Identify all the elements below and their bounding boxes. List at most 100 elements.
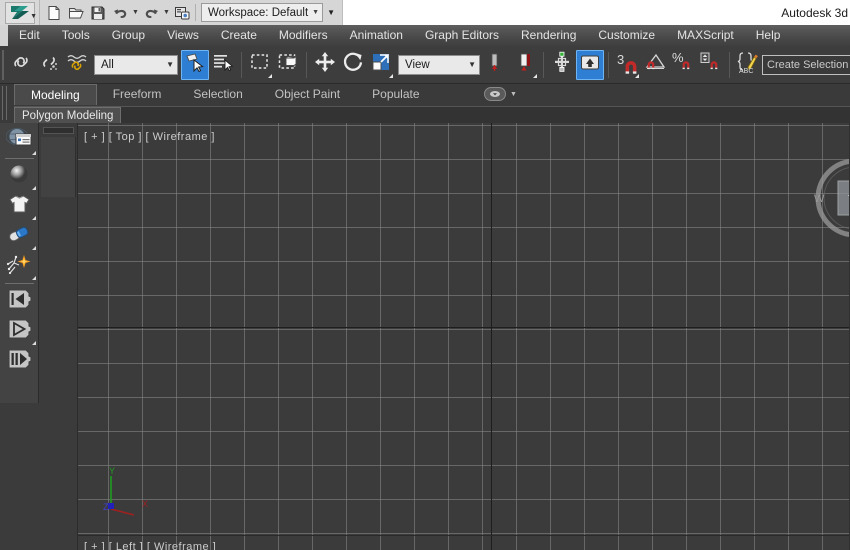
tripod-label-y: Y (109, 466, 116, 476)
percent-snap-toggle-button[interactable]: % (669, 50, 697, 80)
chevron-down-icon[interactable]: ▼ (510, 91, 517, 98)
menu-item-views[interactable]: Views (156, 25, 210, 46)
view-cube[interactable]: TO W (808, 151, 850, 246)
scene-explorer-button[interactable] (2, 126, 37, 156)
select-and-manipulate-button[interactable] (548, 50, 576, 80)
snaps-toggle-button[interactable]: 3 (613, 50, 641, 80)
menu-item-customize[interactable]: Customize (587, 25, 666, 46)
application-menu-button[interactable]: ▼ (0, 0, 40, 25)
project-folder-icon[interactable] (171, 2, 193, 24)
capsule-light-icon (6, 223, 32, 250)
menu-item-maxscript[interactable]: MAXScript (666, 25, 745, 46)
select-and-link-button[interactable] (7, 50, 35, 80)
spinner-snap-toggle-button[interactable] (697, 50, 725, 80)
chevron-down-icon: ▼ (166, 60, 174, 69)
use-selection-center-button[interactable] (511, 50, 539, 80)
left-toolbar-separator (4, 283, 34, 284)
left-vertical-toolbar (0, 123, 39, 403)
edit-named-selection-sets-button[interactable]: ABC (734, 50, 762, 80)
cloth-garment-maker-button[interactable] (2, 191, 37, 221)
ribbon-panel-title[interactable]: Polygon Modeling (14, 107, 122, 124)
ribbon-tab-modeling[interactable]: Modeling (14, 84, 97, 105)
viewport-axis-vertical (491, 123, 492, 550)
menu-item-group[interactable]: Group (101, 25, 156, 46)
selection-filter-combo[interactable]: All ▼ (94, 54, 178, 75)
menu-item-create[interactable]: Create (210, 25, 268, 46)
new-document-icon[interactable] (43, 2, 65, 24)
light-capsule-button[interactable] (2, 221, 37, 251)
ribbon-overflow-button[interactable] (484, 87, 506, 101)
chevron-down-icon: ▼ (30, 13, 37, 20)
unlink-chain-icon (37, 50, 61, 79)
ribbon-grip[interactable] (2, 86, 7, 120)
named-selection-set-field[interactable]: Create Selection Se (762, 54, 850, 75)
window-crossing-button[interactable] (274, 50, 302, 80)
flyout-corner-icon (31, 216, 36, 220)
workspace-dropdown-button[interactable]: ▼ (323, 3, 339, 22)
viewport-label-top[interactable]: [ + ] [ Top ] [ Wireframe ] (84, 131, 215, 143)
chevron-down-icon: ▼ (312, 9, 320, 16)
undo-arrow-icon[interactable] (109, 2, 131, 24)
menu-item-tools[interactable]: Tools (51, 25, 101, 46)
selection-filter-value: All (101, 58, 114, 71)
bind-to-space-warp-button[interactable] (63, 50, 91, 80)
ribbon-tab-selection[interactable]: Selection (177, 84, 258, 105)
playback-play-button[interactable] (2, 316, 37, 346)
ribbon-tab-object-paint[interactable]: Object Paint (259, 84, 356, 105)
open-folder-icon[interactable] (65, 2, 87, 24)
use-pivot-point-center-button[interactable] (483, 50, 511, 80)
panel-drag-handle[interactable] (43, 127, 74, 134)
menu-item-animation[interactable]: Animation (339, 25, 414, 46)
undo-dropdown-arrow-icon[interactable]: ▼ (131, 2, 140, 24)
ribbon: Modeling Freeform Selection Object Paint… (0, 84, 850, 124)
redo-arrow-icon[interactable] (140, 2, 162, 24)
select-and-move-button[interactable] (311, 50, 339, 80)
menu-item-modifiers[interactable]: Modifiers (268, 25, 339, 46)
select-by-name-button[interactable] (209, 50, 237, 80)
left-toolbar-separator (4, 158, 34, 159)
chevron-down-icon: ▼ (468, 60, 476, 69)
ribbon-tab-populate[interactable]: Populate (356, 84, 435, 105)
menu-item-graph-editors[interactable]: Graph Editors (414, 25, 510, 46)
toolbar-grip[interactable] (2, 49, 4, 80)
window-crossing-icon (276, 50, 300, 79)
unlink-selection-button[interactable] (35, 50, 63, 80)
magnet-spinner-icon (699, 50, 723, 79)
reference-coordinate-system-combo[interactable]: View ▼ (398, 54, 480, 75)
particle-effects-button[interactable] (2, 251, 37, 281)
playback-step-button[interactable] (2, 346, 37, 376)
select-object-button[interactable] (181, 49, 209, 80)
tripod-label-x: X (142, 499, 149, 509)
snap-dimension-label: 3 (617, 51, 625, 67)
select-and-rotate-button[interactable] (339, 50, 367, 80)
step-gear-icon (6, 346, 33, 377)
panel-body (41, 137, 76, 197)
tshirt-cloth-icon (7, 192, 32, 221)
menu-item-help[interactable]: Help (745, 25, 792, 46)
redo-dropdown-arrow-icon[interactable]: ▼ (162, 2, 171, 24)
viewport-divider (78, 535, 850, 536)
select-and-scale-button[interactable] (367, 50, 395, 80)
material-editor-button[interactable] (2, 161, 37, 191)
angle-snap-toggle-button[interactable] (641, 50, 669, 80)
menu-item-edit[interactable]: Edit (8, 25, 51, 46)
playback-go-to-start-button[interactable] (2, 286, 37, 316)
select-cursor-icon (184, 51, 206, 78)
workspace-label: Workspace: Default (208, 6, 309, 19)
menu-item-rendering[interactable]: Rendering (510, 25, 587, 46)
ribbon-tab-strip: Modeling Freeform Selection Object Paint… (14, 84, 436, 105)
floppy-save-icon[interactable] (87, 2, 109, 24)
keyboard-shortcut-override-button[interactable] (576, 49, 604, 80)
viewport-label-bottom[interactable]: [ + ] [ Left ] [ Wireframe ] (84, 541, 216, 550)
viewport-axis-horizontal (78, 327, 850, 328)
rectangular-selection-region-button[interactable] (246, 50, 274, 80)
flyout-corner-icon (533, 73, 537, 78)
particle-spark-icon (6, 252, 32, 281)
ribbon-tab-freeform[interactable]: Freeform (97, 84, 178, 105)
quick-access-toolbar: ▼ ▼ Workspace: Default ▼ ▼ (40, 0, 344, 25)
viewport-top-wireframe[interactable]: [ + ] [ Top ] [ Wireframe ] Y X Z TO W [… (78, 123, 850, 550)
play-gear-icon (6, 316, 33, 347)
reference-coordinate-value: View (405, 58, 430, 71)
toolbar-separator (195, 4, 196, 21)
workspace-selector[interactable]: Workspace: Default ▼ (201, 3, 324, 22)
